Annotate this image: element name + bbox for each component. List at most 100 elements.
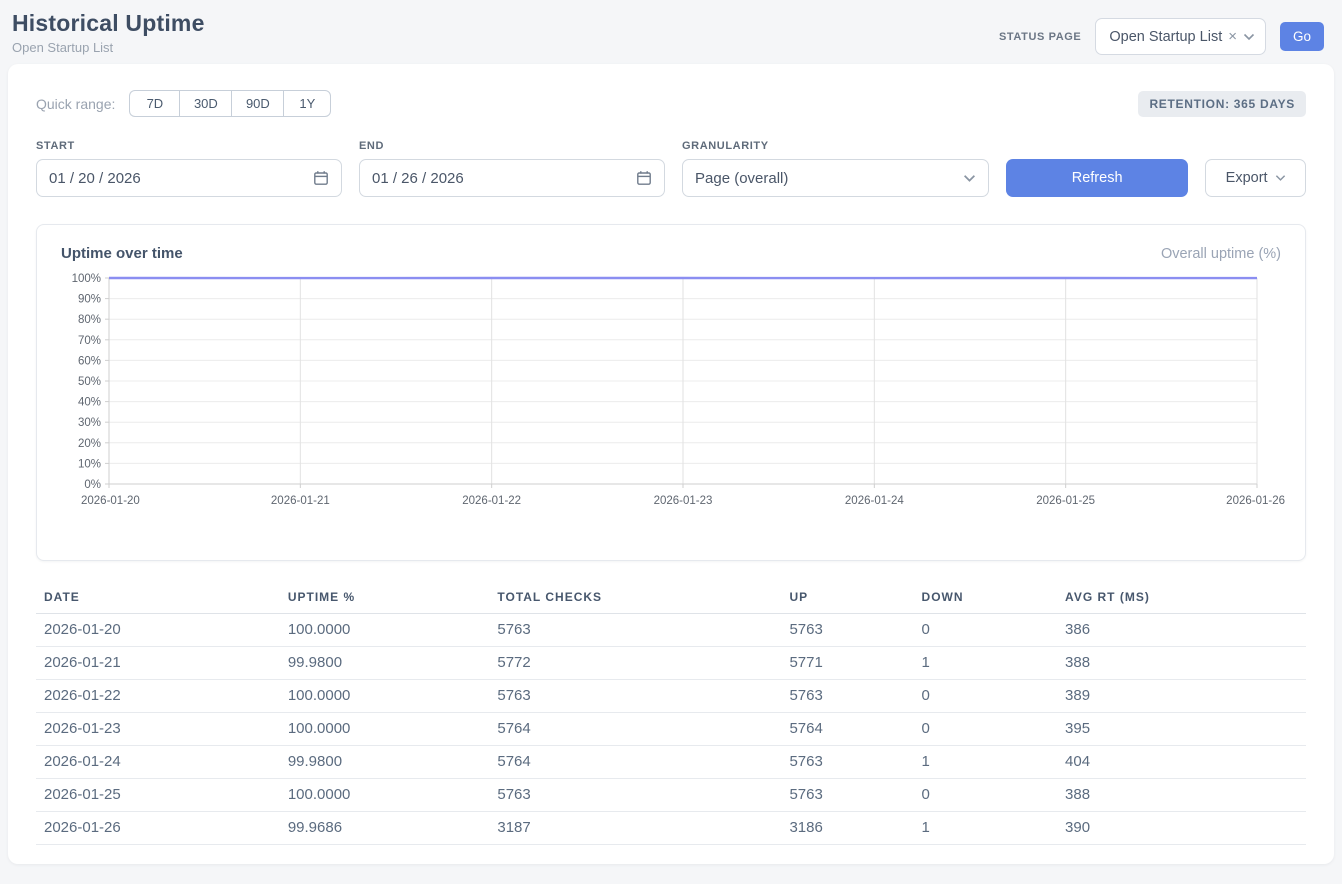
quick-range-row: Quick range: 7D30D90D1Y RETENTION: 365 D…	[36, 90, 1306, 117]
svg-text:30%: 30%	[78, 417, 101, 429]
chart-legend: Overall uptime (%)	[1161, 246, 1281, 262]
uptime-chart-svg: 0%10%20%30%40%50%60%70%80%90%100%2026-01…	[59, 270, 1287, 532]
table-header-row: DATEUPTIME %TOTAL CHECKSUPDOWNAVG RT (MS…	[36, 584, 1306, 614]
table-cell: 5764	[489, 713, 781, 746]
table-cell: 395	[1057, 713, 1306, 746]
status-page-label: STATUS PAGE	[999, 31, 1081, 43]
table-cell: 5763	[781, 614, 913, 647]
table-row: 2026-01-2699.9686318731861390	[36, 812, 1306, 845]
end-date-value: 01 / 26 / 2026	[372, 170, 464, 187]
quick-range-button-7d[interactable]: 7D	[129, 90, 179, 117]
table-cell: 5763	[489, 779, 781, 812]
table-cell: 100.0000	[280, 614, 490, 647]
table-cell: 5771	[781, 647, 913, 680]
table-cell: 2026-01-21	[36, 647, 280, 680]
quick-range-label: Quick range:	[36, 96, 115, 112]
uptime-table: DATEUPTIME %TOTAL CHECKSUPDOWNAVG RT (MS…	[36, 584, 1306, 845]
start-date-input[interactable]: 01 / 20 / 2026	[36, 159, 342, 197]
start-date-value: 01 / 20 / 2026	[49, 170, 141, 187]
svg-text:2026-01-24: 2026-01-24	[845, 495, 904, 507]
table-cell: 0	[914, 713, 1058, 746]
svg-text:50%: 50%	[78, 376, 101, 388]
title-block: Historical Uptime Open Startup List	[12, 10, 205, 55]
table-row: 2026-01-23100.0000576457640395	[36, 713, 1306, 746]
calendar-icon[interactable]	[313, 170, 329, 186]
table-cell: 5772	[489, 647, 781, 680]
table-cell: 1	[914, 812, 1058, 845]
table-cell: 3186	[781, 812, 913, 845]
filter-row: START 01 / 20 / 2026 END 01 / 26 / 2026 …	[36, 140, 1306, 197]
table-cell: 5763	[781, 680, 913, 713]
svg-text:2026-01-26: 2026-01-26	[1226, 495, 1285, 507]
svg-text:80%: 80%	[78, 314, 101, 326]
go-button[interactable]: Go	[1280, 22, 1324, 51]
table-column-header: AVG RT (MS)	[1057, 584, 1306, 614]
main-panel: Quick range: 7D30D90D1Y RETENTION: 365 D…	[8, 64, 1334, 864]
svg-text:2026-01-22: 2026-01-22	[462, 495, 521, 507]
granularity-select[interactable]: Page (overall)	[682, 159, 989, 197]
chevron-down-icon	[1275, 174, 1286, 182]
table-cell: 390	[1057, 812, 1306, 845]
quick-range-button-1y[interactable]: 1Y	[283, 90, 331, 117]
svg-text:40%: 40%	[78, 397, 101, 409]
status-page-select[interactable]: Open Startup List ×	[1095, 18, 1266, 55]
chevron-down-icon	[963, 174, 976, 183]
refresh-button[interactable]: Refresh	[1006, 159, 1188, 197]
uptime-line-chart: 0%10%20%30%40%50%60%70%80%90%100%2026-01…	[59, 270, 1283, 532]
table-cell: 0	[914, 779, 1058, 812]
table-cell: 2026-01-26	[36, 812, 280, 845]
page-subtitle: Open Startup List	[12, 40, 205, 55]
export-button[interactable]: Export	[1205, 159, 1306, 197]
table-cell: 404	[1057, 746, 1306, 779]
table-cell: 99.9800	[280, 647, 490, 680]
svg-text:20%: 20%	[78, 438, 101, 450]
table-cell: 100.0000	[280, 713, 490, 746]
export-button-label: Export	[1226, 170, 1268, 186]
table-row: 2026-01-20100.0000576357630386	[36, 614, 1306, 647]
table-cell: 1	[914, 647, 1058, 680]
table-cell: 2026-01-25	[36, 779, 280, 812]
svg-text:60%: 60%	[78, 355, 101, 367]
svg-text:90%: 90%	[78, 294, 101, 306]
table-cell: 0	[914, 614, 1058, 647]
quick-range-button-30d[interactable]: 30D	[179, 90, 231, 117]
page-title: Historical Uptime	[12, 10, 205, 37]
end-date-input[interactable]: 01 / 26 / 2026	[359, 159, 665, 197]
table-cell: 100.0000	[280, 680, 490, 713]
table-cell: 5764	[781, 713, 913, 746]
calendar-icon[interactable]	[636, 170, 652, 186]
table-column-header: DATE	[36, 584, 280, 614]
table-cell: 2026-01-20	[36, 614, 280, 647]
end-label: END	[359, 140, 665, 152]
table-cell: 5763	[489, 680, 781, 713]
table-column-header: DOWN	[914, 584, 1058, 614]
table-cell: 5763	[781, 779, 913, 812]
table-cell: 0	[914, 680, 1058, 713]
svg-text:2026-01-21: 2026-01-21	[271, 495, 330, 507]
clear-selection-icon[interactable]: ×	[1228, 29, 1237, 44]
retention-badge: RETENTION: 365 DAYS	[1138, 91, 1306, 117]
table-cell: 100.0000	[280, 779, 490, 812]
table-cell: 2026-01-24	[36, 746, 280, 779]
quick-range-button-90d[interactable]: 90D	[231, 90, 283, 117]
svg-text:10%: 10%	[78, 458, 101, 470]
svg-text:100%: 100%	[72, 273, 101, 285]
table-column-header: TOTAL CHECKS	[489, 584, 781, 614]
table-cell: 99.9800	[280, 746, 490, 779]
table-cell: 386	[1057, 614, 1306, 647]
granularity-label: GRANULARITY	[682, 140, 989, 152]
topbar-right: STATUS PAGE Open Startup List × Go	[999, 18, 1324, 55]
svg-text:2026-01-25: 2026-01-25	[1036, 495, 1095, 507]
table-column-header: UPTIME %	[280, 584, 490, 614]
table-cell: 388	[1057, 779, 1306, 812]
table-cell: 99.9686	[280, 812, 490, 845]
chart-title: Uptime over time	[61, 245, 183, 262]
granularity-field-wrap: GRANULARITY Page (overall)	[682, 140, 989, 197]
table-row: 2026-01-25100.0000576357630388	[36, 779, 1306, 812]
svg-text:70%: 70%	[78, 335, 101, 347]
start-label: START	[36, 140, 342, 152]
table-cell: 1	[914, 746, 1058, 779]
quick-range-group: 7D30D90D1Y	[129, 90, 331, 117]
end-date-field-wrap: END 01 / 26 / 2026	[359, 140, 665, 197]
svg-text:2026-01-23: 2026-01-23	[654, 495, 713, 507]
